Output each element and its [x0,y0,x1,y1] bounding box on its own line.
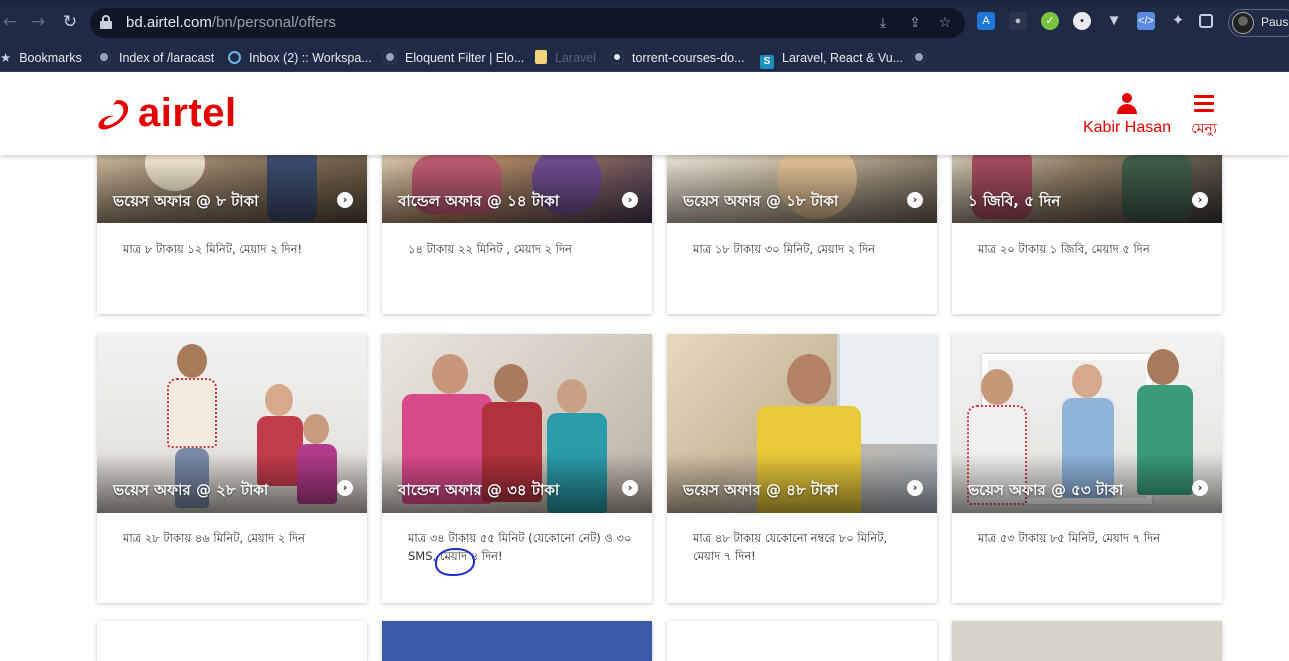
bookmark-star-icon[interactable]: ☆ [936,14,954,32]
offer-description: মাত্র ৮ টাকায় ১২ মিনিট, মেয়াদ ২ দিন! [123,242,303,256]
hamburger-icon [1194,95,1214,113]
offer-title: ভয়েস অফার @ ৮ টাকা [113,192,259,210]
star-icon: ★ [0,51,12,65]
chevron-right-icon[interactable]: › [622,480,638,496]
mail-icon [228,51,241,64]
chevron-right-icon[interactable]: › [622,192,638,208]
logo-text: airtel [138,91,237,135]
share-icon[interactable]: ⇪ [906,14,924,32]
offer-card[interactable] [382,621,652,661]
url-text[interactable]: bd.airtel.com/bn/personal/offers [126,14,336,31]
site-header: airtel Kabir Hasan মেন্যু [0,73,1289,155]
s-logo-icon: S [760,55,774,69]
offer-title: বান্ডেল অফার @ ১৪ টাকা [398,192,560,210]
globe-icon [912,50,926,64]
github-icon [610,50,624,64]
extension-dots-icon[interactable]: • [1073,12,1091,30]
offer-card[interactable]: ভয়েস অফার @ ১৮ টাকা › মাত্র ১৮ টাকায় ৩… [667,135,937,314]
lock-icon[interactable] [100,15,112,29]
chevron-right-icon[interactable]: › [1192,192,1208,208]
offer-card[interactable]: ভয়েস অফার @ ৫৩ টাকা › মাত্র ৫৩ টাকায় ৮… [952,334,1222,603]
offer-card[interactable] [952,621,1222,661]
offer-title: ভয়েস অফার @ ৫৩ টাকা [968,481,1124,499]
profile-label: Pause [1261,15,1289,29]
offer-description: মাত্র ৫৩ টাকায় ৮৫ মিনিট, মেয়াদ ৭ দিন [978,531,1161,545]
bookmark-item[interactable]: Inbox (2) :: Workspa... [228,48,372,68]
reload-icon[interactable]: ↻ [60,12,80,32]
url-host: bd.airtel.com [126,14,212,31]
offer-card[interactable] [667,621,937,661]
url-path: /bn/personal/offers [211,14,336,31]
offer-card[interactable]: ভয়েস অফার @ ৪৮ টাকা › মাত্র ৪৮ টাকায় য… [667,334,937,603]
extension-code-icon[interactable]: </> [1137,12,1155,30]
offer-card[interactable]: ১ জিবি, ৫ দিন › মাত্র ২০ টাকায় ১ জিবি, … [952,135,1222,314]
offer-card[interactable]: ভয়েস অফার @ ৮ টাকা › মাত্র ৮ টাকায় ১২ … [97,135,367,314]
menu-label: মেন্যু [1191,121,1217,137]
avatar [1232,12,1254,34]
bookmarks-menu[interactable]: ★ Bookmarks [0,48,82,68]
menu-button[interactable]: মেন্যু [1184,93,1224,141]
globe-icon [97,50,111,64]
extension-vue-icon[interactable]: ▼ [1105,12,1123,30]
bookmark-item[interactable]: Index of /laracast [97,48,214,68]
chevron-right-icon[interactable]: › [907,192,923,208]
extension-a-icon[interactable]: A [977,12,995,30]
bookmark-item[interactable]: Laravel [535,48,596,68]
offer-title: বান্ডেল অফার @ ৩৪ টাকা [398,481,560,499]
user-name: Kabir Hasan [1082,119,1172,136]
chevron-right-icon[interactable]: › [337,480,353,496]
offer-title: ১ জিবি, ৫ দিন [968,192,1061,210]
globe-icon [383,50,397,64]
bookmark-item[interactable]: S Laravel, React & Vu... [760,48,903,69]
chevron-right-icon[interactable]: › [1192,480,1208,496]
offer-title: ভয়েস অফার @ ১৮ টাকা [683,192,839,210]
forward-icon[interactable]: → [28,12,48,32]
chevron-right-icon[interactable]: › [907,480,923,496]
folder-icon [535,50,547,64]
offer-description: মাত্র ২৮ টাকায় ৪৬ মিনিট, মেয়াদ ২ দিন [123,531,306,545]
profile-button[interactable]: Pause [1228,9,1289,37]
user-icon [1116,93,1138,115]
user-account-button[interactable]: Kabir Hasan [1082,93,1172,137]
bookmarks-bar: ★ Bookmarks Index of /laracast Inbox (2) … [0,44,1289,72]
back-icon[interactable]: ← [0,12,20,32]
annotation-circle [435,548,475,576]
offer-card[interactable] [97,621,367,661]
extension-check-icon[interactable]: ✓ [1041,12,1059,30]
offer-description: মাত্র ৪৮ টাকায় যেকোনো নম্বরে ৮০ মিনিট, … [693,531,888,563]
offer-card[interactable]: বান্ডেল অফার @ ১৪ টাকা › ১৪ টাকায় ২২ মি… [382,135,652,314]
bookmark-item[interactable]: Eloquent Filter | Elo... [383,48,524,68]
extensions-puzzle-icon[interactable]: ✦ [1169,12,1187,30]
install-icon[interactable]: ⤓ [874,14,892,32]
offer-title: ভয়েস অফার @ ২৮ টাকা [113,481,269,499]
chevron-right-icon[interactable]: › [337,192,353,208]
tab-strip [0,0,1289,6]
offer-title: ভয়েস অফার @ ৪৮ টাকা [683,481,839,499]
offer-description: ১৪ টাকায় ২২ মিনিট , মেয়াদ ২ দিন [408,242,572,256]
bookmark-item[interactable] [912,48,934,68]
offer-card[interactable]: ভয়েস অফার @ ২৮ টাকা › মাত্র ২৮ টাকায় ৪… [97,334,367,603]
offer-description: মাত্র ১৮ টাকায় ৩০ মিনিট, মেয়াদ ২ দিন [693,242,876,256]
address-bar[interactable]: bd.airtel.com/bn/personal/offers ⤓ ⇪ ☆ [90,8,965,38]
bookmark-item[interactable]: torrent-courses-do... [610,48,745,68]
browser-toolbar: ← → ↻ bd.airtel.com/bn/personal/offers ⤓… [0,0,1289,44]
extension-bulb-icon[interactable]: ● [1009,12,1027,30]
offer-card[interactable]: বান্ডেল অফার @ ৩৪ টাকা › মাত্র ৩৪ টাকায়… [382,334,652,603]
airtel-logo-icon [98,100,129,130]
offer-description: মাত্র ২০ টাকায় ১ জিবি, মেয়াদ ৫ দিন [978,242,1150,256]
sidepanel-icon[interactable] [1199,14,1213,28]
